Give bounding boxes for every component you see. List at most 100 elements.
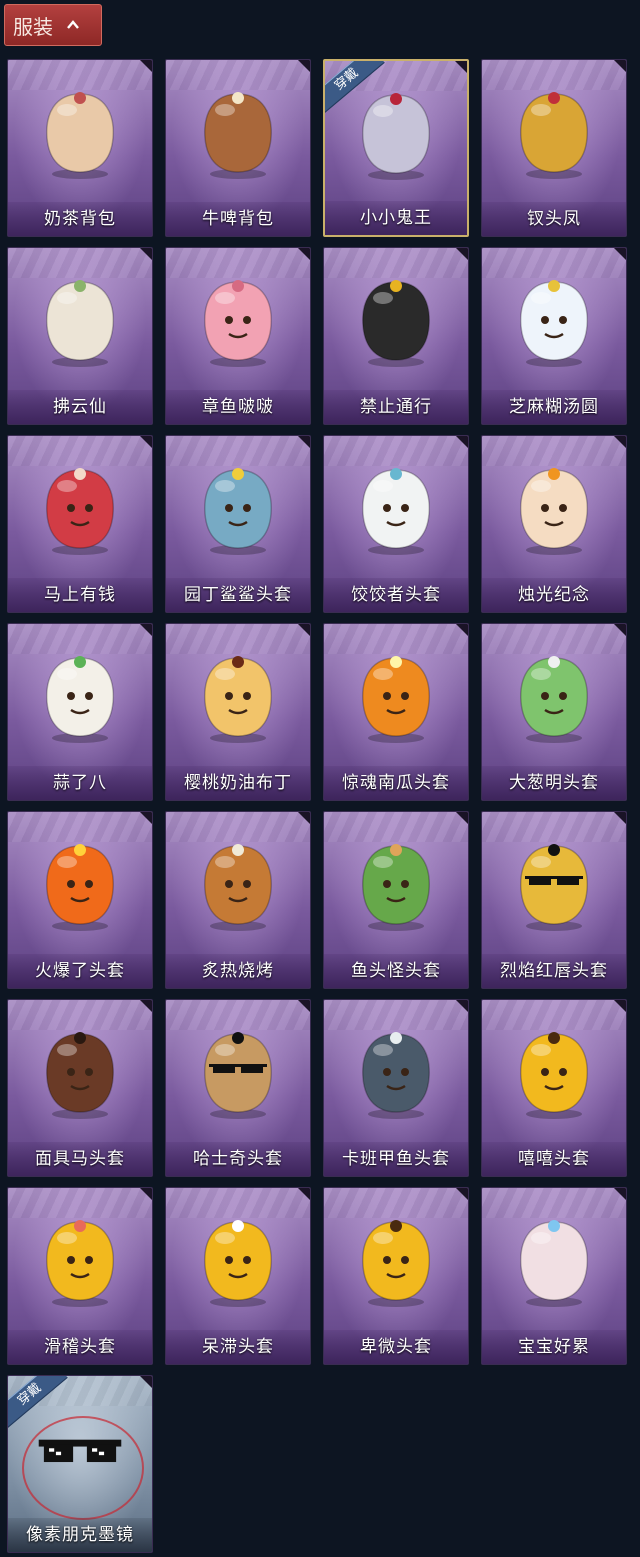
costume-card[interactable]: 马上有钱	[7, 435, 153, 613]
costume-card[interactable]: 惊魂南瓜头套	[323, 623, 469, 801]
costume-card[interactable]: 烛光纪念	[481, 435, 627, 613]
rice-ball-icon	[511, 274, 597, 370]
tired-baby-icon	[511, 1214, 597, 1310]
costume-card[interactable]: 奶茶背包	[7, 59, 153, 237]
costume-name: 拂云仙	[8, 390, 152, 424]
pixel-sunglasses-icon	[37, 1402, 123, 1498]
pumpkin-head-icon	[353, 650, 439, 746]
costume-name: 饺饺者头套	[324, 578, 468, 612]
card-corner	[298, 60, 310, 72]
costume-name: 炙热烧烤	[166, 954, 310, 988]
funny-emoji-icon	[37, 1214, 123, 1310]
costume-name: 芝麻糊汤圆	[482, 390, 626, 424]
horse-mask-icon	[37, 1026, 123, 1122]
costume-card[interactable]: 牛啤背包	[165, 59, 311, 237]
octopus-icon	[195, 274, 281, 370]
costume-card[interactable]: 蒜了八	[7, 623, 153, 801]
fire-head-icon	[37, 838, 123, 934]
card-corner	[140, 812, 152, 824]
candle-head-icon	[511, 462, 597, 558]
card-corner	[456, 1188, 468, 1200]
humble-emoji-icon	[353, 1214, 439, 1310]
costume-card[interactable]: 哈士奇头套	[165, 999, 311, 1177]
costume-card[interactable]: 卡班甲鱼头套	[323, 999, 469, 1177]
card-corner	[614, 436, 626, 448]
meat-bone-head-icon	[195, 838, 281, 934]
costume-name: 烈焰红唇头套	[482, 954, 626, 988]
costume-name: 滑稽头套	[8, 1330, 152, 1364]
card-corner	[456, 812, 468, 824]
costume-card[interactable]: 呆滞头套	[165, 1187, 311, 1365]
yellow-mask-sunglasses-icon	[511, 838, 597, 934]
costume-name: 面具马头套	[8, 1142, 152, 1176]
cloud-dumpling-head-icon	[353, 462, 439, 558]
costume-name: 惊魂南瓜头套	[324, 766, 468, 800]
backpack-beer-icon	[195, 86, 281, 182]
no-entry-cone-icon	[353, 274, 439, 370]
card-corner	[140, 1000, 152, 1012]
costume-card[interactable]: 小小鬼王 穿戴	[323, 59, 469, 237]
card-corner	[140, 60, 152, 72]
card-corner	[614, 248, 626, 260]
scallion-head-icon	[511, 650, 597, 746]
costume-name: 嘻嘻头套	[482, 1142, 626, 1176]
card-corner	[614, 812, 626, 824]
ghost-king-figure-icon	[353, 87, 439, 183]
card-corner	[614, 624, 626, 636]
costume-toggle-button[interactable]: 服装	[4, 4, 102, 46]
costume-card[interactable]: 卑微头套	[323, 1187, 469, 1365]
costume-card[interactable]: 章鱼啵啵	[165, 247, 311, 425]
card-corner	[298, 248, 310, 260]
card-corner	[140, 624, 152, 636]
costume-card[interactable]: 樱桃奶油布丁	[165, 623, 311, 801]
costume-card[interactable]: 像素朋克墨镜 穿戴	[7, 1375, 153, 1553]
card-corner	[298, 624, 310, 636]
costume-card[interactable]: 芝麻糊汤圆	[481, 247, 627, 425]
costume-card[interactable]: 滑稽头套	[7, 1187, 153, 1365]
costume-name: 像素朋克墨镜	[8, 1518, 152, 1552]
red-horse-head-icon	[37, 462, 123, 558]
costume-card[interactable]: 面具马头套	[7, 999, 153, 1177]
costume-card[interactable]: 炙热烧烤	[165, 811, 311, 989]
costume-name: 蒜了八	[8, 766, 152, 800]
costume-name: 呆滞头套	[166, 1330, 310, 1364]
costume-name: 马上有钱	[8, 578, 152, 612]
costume-card[interactable]: 大葱明头套	[481, 623, 627, 801]
costume-card[interactable]: 鱼头怪头套	[323, 811, 469, 989]
costume-card[interactable]: 园丁鲨鲨头套	[165, 435, 311, 613]
costume-name: 章鱼啵啵	[166, 390, 310, 424]
dazed-emoji-icon	[195, 1214, 281, 1310]
pudding-head-icon	[195, 650, 281, 746]
card-corner	[140, 248, 152, 260]
costume-card[interactable]: 火爆了头套	[7, 811, 153, 989]
card-corner	[298, 1000, 310, 1012]
costume-name: 大葱明头套	[482, 766, 626, 800]
costume-name: 樱桃奶油布丁	[166, 766, 310, 800]
costume-name: 小小鬼王	[325, 201, 467, 235]
card-corner	[456, 624, 468, 636]
costume-card[interactable]: 烈焰红唇头套	[481, 811, 627, 989]
costume-name: 牛啤背包	[166, 202, 310, 236]
costume-card[interactable]: 拂云仙	[7, 247, 153, 425]
cloud-fairy-charm-icon	[37, 274, 123, 370]
card-corner	[140, 436, 152, 448]
phoenix-crown-figure-icon	[511, 86, 597, 182]
costume-card[interactable]: 禁止通行	[323, 247, 469, 425]
card-corner	[298, 436, 310, 448]
costume-name: 卑微头套	[324, 1330, 468, 1364]
fish-mask-icon	[353, 838, 439, 934]
costume-name: 烛光纪念	[482, 578, 626, 612]
costume-card[interactable]: 嘻嘻头套	[481, 999, 627, 1177]
costume-name: 钗头凤	[482, 202, 626, 236]
grinning-emoji-icon	[511, 1026, 597, 1122]
card-corner	[140, 1188, 152, 1200]
costume-name: 哈士奇头套	[166, 1142, 310, 1176]
card-corner	[298, 812, 310, 824]
seal-head-icon	[353, 1026, 439, 1122]
costume-name: 园丁鲨鲨头套	[166, 578, 310, 612]
costume-card[interactable]: 饺饺者头套	[323, 435, 469, 613]
card-corner	[456, 248, 468, 260]
costume-card[interactable]: 钗头凤	[481, 59, 627, 237]
card-corner	[140, 1376, 152, 1388]
costume-card[interactable]: 宝宝好累	[481, 1187, 627, 1365]
